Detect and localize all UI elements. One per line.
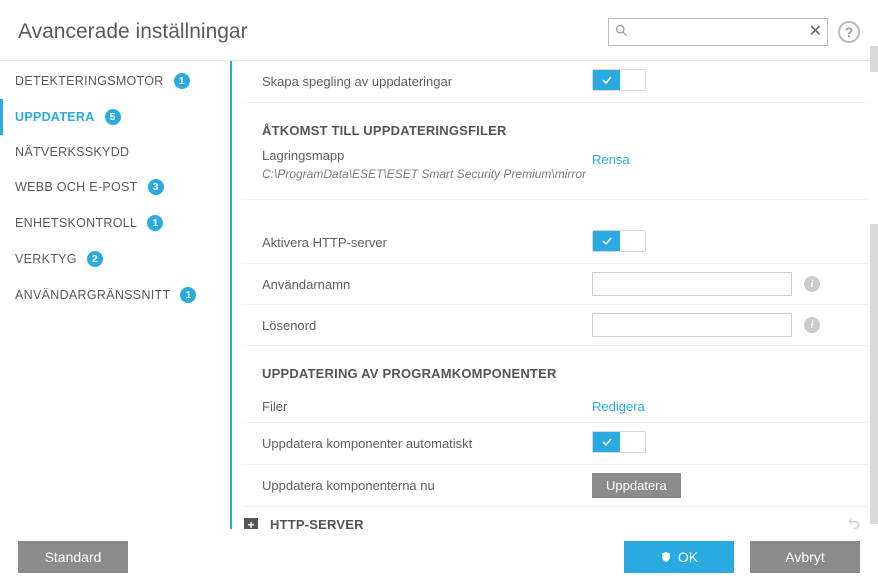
clear-search-icon[interactable]: ✕ — [809, 21, 822, 41]
password-label: Lösenord — [242, 318, 592, 333]
content-area: Skapa spegling av uppdateringar ÅTKOMST … — [242, 61, 878, 538]
sidebar-item-label: WEBB OCH E-POST — [15, 180, 138, 194]
shield-icon — [660, 551, 672, 563]
sidebar: DETEKTERINGSMOTOR 1 UPPDATERA 5 NÄTVERKS… — [0, 60, 220, 538]
standard-button[interactable]: Standard — [18, 541, 128, 573]
info-icon[interactable]: i — [804, 276, 820, 292]
sidebar-item-uppdatera[interactable]: UPPDATERA 5 — [0, 99, 220, 135]
username-label: Användarnamn — [242, 277, 592, 292]
password-input[interactable] — [592, 313, 792, 337]
files-label: Filer — [242, 399, 592, 414]
sidebar-item-natverksskydd[interactable]: NÄTVERKSSKYDD — [0, 135, 220, 169]
sidebar-item-enhetskontroll[interactable]: ENHETSKONTROLL 1 — [0, 205, 220, 241]
search-box: ✕ — [608, 18, 828, 46]
mirror-toggle-label: Skapa spegling av uppdateringar — [242, 74, 592, 89]
http-toggle-label: Aktivera HTTP-server — [242, 235, 592, 250]
vertical-accent-bar — [230, 61, 232, 538]
search-input[interactable] — [608, 18, 828, 46]
update-now-button[interactable]: Uppdatera — [592, 473, 681, 498]
auto-update-toggle[interactable] — [592, 431, 646, 453]
http-toggle[interactable] — [592, 230, 646, 252]
sidebar-item-webb-och-e-post[interactable]: WEBB OCH E-POST 3 — [0, 169, 220, 205]
badge: 5 — [105, 109, 121, 125]
ok-button-label: OK — [678, 549, 698, 565]
sidebar-item-label: ENHETSKONTROLL — [15, 216, 137, 230]
ok-button[interactable]: OK — [624, 541, 734, 573]
sidebar-item-verktyg[interactable]: VERKTYG 2 — [0, 241, 220, 277]
edit-files-link[interactable]: Redigera — [592, 399, 645, 414]
search-icon — [614, 23, 629, 41]
cancel-button[interactable]: Avbryt — [750, 541, 860, 573]
sidebar-item-label: DETEKTERINGSMOTOR — [15, 74, 164, 88]
mirror-toggle[interactable] — [592, 69, 646, 91]
sidebar-item-label: UPPDATERA — [15, 110, 95, 124]
sidebar-item-label: VERKTYG — [15, 252, 77, 266]
section-head-access: ÅTKOMST TILL UPPDATERINGSFILER — [242, 103, 868, 148]
sidebar-item-anvandargranssnitt[interactable]: ANVÄNDARGRÄNSSNITT 1 — [0, 277, 220, 313]
storage-folder-path: C:\ProgramData\ESET\ESET Smart Security … — [242, 167, 592, 191]
update-now-label: Uppdatera komponenterna nu — [242, 478, 592, 493]
footer: Standard OK Avbryt — [0, 529, 878, 585]
section-head-components: UPPDATERING AV PROGRAMKOMPONENTER — [242, 346, 868, 391]
clear-link[interactable]: Rensa — [592, 152, 630, 167]
badge: 1 — [147, 215, 163, 231]
username-input[interactable] — [592, 272, 792, 296]
badge: 3 — [148, 179, 164, 195]
auto-update-label: Uppdatera komponenter automatiskt — [242, 436, 592, 451]
sidebar-item-label: ANVÄNDARGRÄNSSNITT — [15, 288, 170, 302]
badge: 2 — [87, 251, 103, 267]
info-icon[interactable]: i — [804, 317, 820, 333]
help-icon[interactable]: ? — [838, 21, 860, 43]
badge: 1 — [180, 287, 196, 303]
page-title: Avancerade inställningar — [18, 20, 248, 44]
sidebar-item-detekteringsmotor[interactable]: DETEKTERINGSMOTOR 1 — [0, 63, 220, 99]
sidebar-item-label: NÄTVERKSSKYDD — [15, 145, 129, 159]
storage-folder-label: Lagringsmapp — [242, 148, 592, 167]
badge: 1 — [174, 73, 190, 89]
